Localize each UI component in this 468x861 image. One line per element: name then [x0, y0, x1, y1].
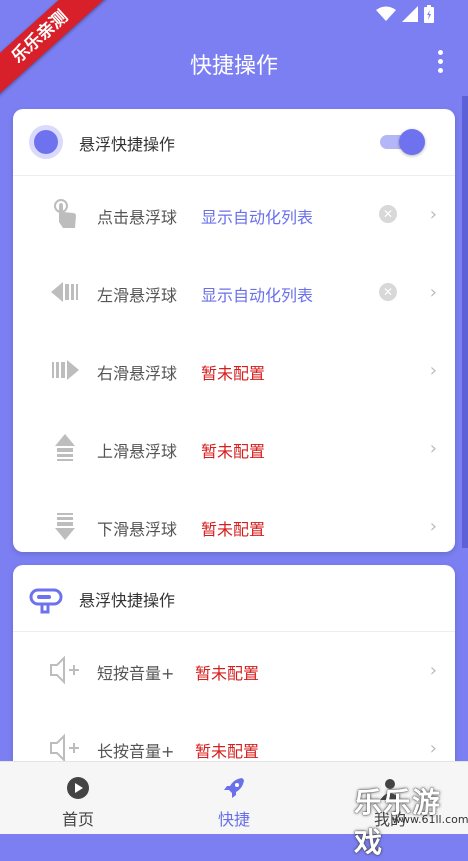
row-value: 暂未配置 [201, 442, 266, 461]
row-value: 暂未配置 [195, 742, 260, 761]
gesture-row-swipe-left[interactable]: 左滑悬浮球 显示自动化列表 ✕ › [13, 254, 455, 332]
swipe-left-icon [51, 282, 78, 302]
chevron-right-icon: › [429, 516, 437, 537]
rocket-icon [224, 778, 244, 798]
gesture-row-swipe-up[interactable]: 上滑悬浮球 暂未配置 › [13, 410, 455, 488]
row-label: 长按音量+ [97, 742, 175, 761]
section-title: 悬浮快捷操作 [79, 591, 176, 610]
signal-icon [402, 6, 418, 22]
row-label: 短按音量+ [97, 664, 175, 683]
play-circle-icon [67, 777, 89, 799]
scrollbar[interactable] [462, 96, 468, 548]
gesture-row-tap[interactable]: 点击悬浮球 显示自动化列表 ✕ › [13, 176, 455, 254]
chevron-right-icon: › [429, 738, 437, 759]
nav-label: 快捷 [217, 810, 250, 829]
chevron-right-icon: › [429, 282, 437, 303]
row-label: 右滑悬浮球 [97, 364, 178, 383]
row-value: 暂未配置 [201, 520, 266, 539]
tap-gesture-icon [54, 199, 76, 228]
volume-row-short-press[interactable]: 短按音量+ 暂未配置 › [13, 632, 455, 710]
wifi-icon [376, 6, 396, 21]
nav-quick[interactable]: 快捷 [184, 762, 284, 834]
floating-ball-icon [29, 125, 63, 159]
row-value: 显示自动化列表 [201, 208, 314, 227]
watermark-url: www.61ll.com [392, 813, 468, 826]
card-header: 悬浮快捷操作 [13, 109, 455, 176]
clear-icon[interactable]: ✕ [379, 283, 397, 301]
swipe-down-icon [55, 513, 75, 540]
clear-icon[interactable]: ✕ [379, 205, 397, 223]
row-label: 左滑悬浮球 [97, 286, 178, 305]
card-header: 悬浮快捷操作 [13, 565, 455, 632]
volume-up-icon [50, 655, 79, 685]
gamepad-icon [29, 588, 63, 614]
row-value: 暂未配置 [201, 364, 266, 383]
section-title: 悬浮快捷操作 [79, 135, 176, 154]
battery-charging-icon [424, 5, 434, 23]
nav-label: 首页 [61, 810, 94, 829]
row-value: 暂未配置 [195, 664, 260, 683]
more-options-icon[interactable] [436, 50, 444, 76]
nav-home[interactable]: 首页 [28, 762, 128, 834]
swipe-up-icon [55, 434, 75, 461]
chevron-right-icon: › [429, 204, 437, 225]
row-value: 显示自动化列表 [201, 286, 314, 305]
chevron-right-icon: › [429, 438, 437, 459]
row-label: 点击悬浮球 [97, 208, 178, 227]
volume-up-icon [50, 733, 79, 763]
row-label: 下滑悬浮球 [97, 520, 178, 539]
chevron-right-icon: › [429, 660, 437, 681]
gesture-row-swipe-down[interactable]: 下滑悬浮球 暂未配置 › [13, 488, 455, 566]
swipe-right-icon [52, 360, 79, 380]
gesture-row-swipe-right[interactable]: 右滑悬浮球 暂未配置 › [13, 332, 455, 410]
app-bar: 快捷操作 [0, 30, 468, 96]
chevron-right-icon: › [429, 360, 437, 381]
floating-toggle-switch[interactable] [380, 128, 425, 156]
row-label: 上滑悬浮球 [97, 442, 178, 461]
floating-shortcut-card: 悬浮快捷操作 点击悬浮球 显示自动化列表 ✕ › 左滑悬浮球 显示自动化列表 ✕… [13, 109, 455, 552]
page-title: 快捷操作 [189, 54, 278, 79]
